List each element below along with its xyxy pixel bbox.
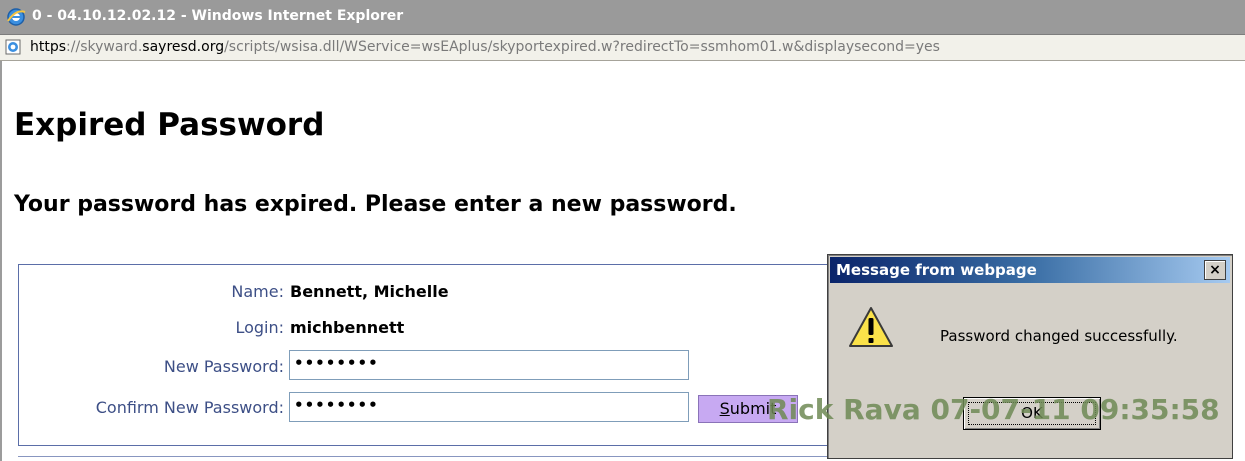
url-domain: sayresd.org bbox=[142, 39, 225, 55]
url-path: /scripts/wsisa.dll/WService=wsEAplus/sky… bbox=[224, 39, 940, 55]
name-value: Bennett, Michelle bbox=[290, 282, 449, 301]
confirm-password-label: Confirm New Password: bbox=[95, 398, 284, 417]
confirm-password-field[interactable]: •••••••• bbox=[289, 392, 689, 422]
submit-label-rest: ubmit bbox=[729, 399, 777, 418]
login-label: Login: bbox=[235, 318, 284, 337]
ok-button[interactable]: OK bbox=[963, 397, 1101, 430]
url-scheme: https bbox=[30, 39, 67, 55]
page-title: Expired Password bbox=[14, 107, 325, 143]
ok-focus-ring bbox=[968, 402, 1096, 425]
new-password-label: New Password: bbox=[163, 357, 284, 376]
login-value: michbennett bbox=[290, 318, 405, 337]
address-bar[interactable]: https://skyward.sayresd.org/scripts/wsis… bbox=[0, 35, 1245, 61]
window-left-edge bbox=[0, 61, 8, 461]
dialog-message: Password changed successfully. bbox=[940, 327, 1178, 345]
page-subtitle: Your password has expired. Please enter … bbox=[14, 192, 737, 217]
dialog-title-bar[interactable]: Message from webpage × bbox=[830, 257, 1230, 283]
url-text[interactable]: https://skyward.sayresd.org/scripts/wsis… bbox=[30, 39, 940, 55]
new-password-field[interactable]: •••••••• bbox=[289, 350, 689, 380]
ie-page-icon bbox=[5, 39, 21, 55]
alert-dialog: Message from webpage × Password changed … bbox=[827, 254, 1233, 459]
dialog-close-button[interactable]: × bbox=[1204, 260, 1226, 280]
submit-button[interactable]: Submit bbox=[698, 395, 798, 423]
dialog-title: Message from webpage bbox=[836, 261, 1037, 279]
window-title-bar: 0 - 04.10.12.02.12 - Windows Internet Ex… bbox=[0, 0, 1245, 35]
window-title: 0 - 04.10.12.02.12 - Windows Internet Ex… bbox=[32, 8, 404, 24]
form-bottom-divider bbox=[18, 456, 848, 457]
url-separator: :// bbox=[66, 39, 81, 55]
submit-accesskey: S bbox=[719, 399, 730, 418]
url-subdomain: skyward. bbox=[80, 39, 143, 55]
internet-explorer-icon bbox=[7, 8, 26, 26]
name-label: Name: bbox=[231, 282, 284, 301]
warning-icon bbox=[849, 307, 893, 347]
